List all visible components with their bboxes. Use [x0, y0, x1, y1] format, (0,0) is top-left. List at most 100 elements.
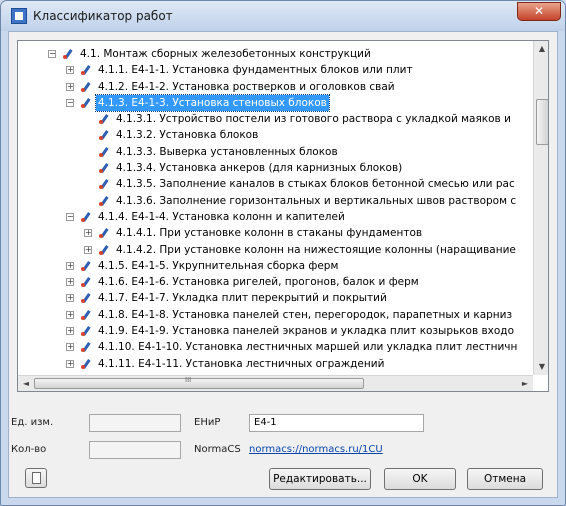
normacs-label: NormaCS	[194, 444, 241, 455]
ok-button[interactable]: OK	[384, 468, 456, 490]
work-item-icon	[80, 276, 92, 288]
expand-icon[interactable]: +	[84, 245, 92, 254]
scroll-up-button[interactable]: ▲	[534, 41, 548, 57]
tree-rows: − 4.1. Монтаж сборных железобетонных конс…	[18, 46, 533, 373]
tree-item[interactable]: − 4.1. Монтаж сборных железобетонных конс…	[18, 46, 533, 62]
tree-item-label: 4.1.4.2. При установке колонн на нижесто…	[116, 243, 516, 256]
work-item-icon	[98, 113, 110, 125]
window-title: Классификатор работ	[33, 9, 173, 23]
expand-icon[interactable]: +	[84, 229, 92, 238]
tree-item-label: 4.1.3.6. Заполнение горизонтальных и вер…	[116, 194, 517, 207]
close-button[interactable]: ✕	[517, 2, 561, 21]
normacs-link[interactable]: normacs://normacs.ru/1CU	[249, 444, 383, 455]
tree-item-label: 4.1.10. Е4-1-10. Установка лестничных ма…	[98, 341, 518, 354]
app-icon	[11, 8, 27, 24]
work-item-icon	[80, 292, 92, 304]
work-item-icon	[80, 260, 92, 272]
qty-label: Кол-во	[11, 444, 47, 455]
cancel-button[interactable]: Отмена	[467, 468, 543, 490]
dialog-body: − 4.1. Монтаж сборных железобетонных конс…	[8, 31, 558, 498]
tree-item-label: 4.1.11. Е4-1-11. Установка лестничных ог…	[98, 357, 385, 370]
expand-icon[interactable]: +	[66, 278, 74, 287]
work-item-icon	[98, 178, 110, 190]
scroll-left-button[interactable]: ◄	[18, 376, 34, 391]
tree-item[interactable]: +4.1.2. Е4-1-2. Установка ростверков и о…	[18, 79, 533, 95]
horizontal-scrollbar[interactable]: ◄ III ►	[18, 375, 533, 391]
tree-item[interactable]: 4.1.3.2. Установка блоков	[18, 127, 533, 143]
tree-item-label: 4.1.3.1. Устройство постели из готового …	[116, 113, 511, 126]
qty-field[interactable]	[89, 441, 181, 459]
work-item-icon	[98, 244, 110, 256]
tree-item[interactable]: 4.1.3.5. Заполнение каналов в стыках бло…	[18, 176, 533, 192]
tree-item[interactable]: +4.1.10. Е4-1-10. Установка лестничных м…	[18, 339, 533, 355]
tree-item-label: 4.1.3.2. Установка блоков	[116, 129, 259, 142]
work-item-icon	[98, 227, 110, 239]
work-item-icon	[80, 211, 92, 223]
title-bar[interactable]: Классификатор работ ✕	[1, 1, 565, 31]
tree-item[interactable]: +4.1.1. Е4-1-1. Установка фундаментных б…	[18, 62, 533, 78]
tree-item-label: 4.1.3.5. Заполнение каналов в стыках бло…	[116, 178, 515, 191]
scroll-right-button[interactable]: ►	[517, 376, 533, 391]
expand-icon[interactable]: +	[66, 327, 74, 336]
horizontal-scroll-thumb[interactable]: III	[34, 376, 364, 389]
tree-item-label: 4.1.7. Е4-1-7. Укладка плит перекрытий и…	[98, 292, 387, 305]
scroll-down-button[interactable]: ▼	[534, 359, 548, 375]
tree-item-label: 4.1.3.4. Установка анкеров (для карнизны…	[116, 162, 403, 175]
collapse-icon[interactable]: −	[48, 50, 56, 58]
vertical-scrollbar[interactable]: ▲ ▼	[533, 41, 548, 375]
expand-icon[interactable]: +	[66, 261, 74, 270]
vertical-scroll-thumb[interactable]	[536, 99, 548, 145]
dialog-window: Классификатор работ ✕ − 4.1. Монтаж сборн…	[0, 0, 566, 506]
document-icon	[32, 472, 41, 484]
work-item-icon	[80, 97, 92, 109]
unit-field[interactable]	[89, 414, 181, 432]
tree-item-label: 4.1.8. Е4-1-8. Установка панелей стен, п…	[98, 308, 513, 321]
info-button[interactable]	[25, 468, 47, 488]
work-item-icon	[98, 195, 110, 207]
collapse-icon[interactable]: −	[66, 212, 74, 221]
tree-item[interactable]: +4.1.4.2. При установке колонн на нижест…	[18, 242, 533, 258]
work-item-icon	[80, 64, 92, 76]
tree-item-label: 4.1.1. Е4-1-1. Установка фундаментных бл…	[98, 64, 413, 77]
tree-item[interactable]: 4.1.3.4. Установка анкеров (для карнизны…	[18, 160, 533, 176]
tree-item-label: 4.1.6. Е4-1-6. Установка ригелей, прогон…	[98, 276, 419, 289]
work-item-icon	[80, 81, 92, 93]
work-item-icon	[80, 309, 92, 321]
expand-icon[interactable]: +	[66, 359, 74, 368]
tree-item-label: 4.1.3.3. Выверка установленных блоков	[116, 145, 338, 158]
edit-button[interactable]: Редактировать...	[269, 468, 371, 490]
work-item-icon	[98, 162, 110, 174]
work-item-icon	[62, 48, 74, 60]
tree-item[interactable]: − 4.1.3. Е4-1-3. Установка стеновых блоко…	[18, 93, 533, 112]
work-item-icon	[98, 129, 110, 141]
work-item-icon	[80, 341, 92, 353]
work-classifier-tree[interactable]: − 4.1. Монтаж сборных железобетонных конс…	[17, 40, 549, 392]
tree-item[interactable]: +4.1.9. Е4-1-9. Установка панелей экрано…	[18, 323, 533, 339]
tree-item[interactable]: 4.1.3.1. Устройство постели из готового …	[18, 111, 533, 127]
expand-icon[interactable]: +	[66, 82, 74, 91]
tree-item-label: 4.1.9. Е4-1-9. Установка панелей экранов…	[98, 325, 514, 338]
tree-item[interactable]: − 4.1.4. Е4-1-4. Установка колонн и капит…	[18, 209, 533, 225]
tree-item[interactable]: +4.1.4.1. При установке колонн в стаканы…	[18, 225, 533, 241]
tree-item-label: 4.1. Монтаж сборных железобетонных конст…	[80, 48, 371, 60]
scroll-grip-icon: III	[185, 376, 192, 384]
enir-field[interactable]: Е4-1	[249, 414, 424, 432]
expand-icon[interactable]: +	[66, 66, 74, 75]
expand-icon[interactable]: +	[66, 310, 74, 319]
tree-item-label: 4.1.3. Е4-1-3. Установка стеновых блоков	[95, 93, 330, 112]
expand-icon[interactable]: +	[66, 343, 74, 352]
tree-item[interactable]: +4.1.7. Е4-1-7. Укладка плит перекрытий …	[18, 290, 533, 306]
unit-label: Ед. изм.	[11, 417, 54, 428]
tree-item-label: 4.1.2. Е4-1-2. Установка ростверков и ог…	[98, 80, 395, 93]
tree-item[interactable]: 4.1.3.6. Заполнение горизонтальных и вер…	[18, 193, 533, 209]
collapse-icon[interactable]: −	[66, 98, 74, 107]
work-item-icon	[98, 146, 110, 158]
tree-item[interactable]: +4.1.5. Е4-1-5. Укрупнительная сборка фе…	[18, 258, 533, 274]
enir-label: ЕНиР	[194, 417, 221, 428]
tree-item[interactable]: +4.1.11. Е4-1-11. Установка лестничных о…	[18, 356, 533, 372]
tree-item[interactable]: +4.1.8. Е4-1-8. Установка панелей стен, …	[18, 307, 533, 323]
tree-item[interactable]: 4.1.3.3. Выверка установленных блоков	[18, 144, 533, 160]
expand-icon[interactable]: +	[66, 294, 74, 303]
work-item-icon	[80, 325, 92, 337]
tree-item[interactable]: +4.1.6. Е4-1-6. Установка ригелей, прого…	[18, 274, 533, 290]
